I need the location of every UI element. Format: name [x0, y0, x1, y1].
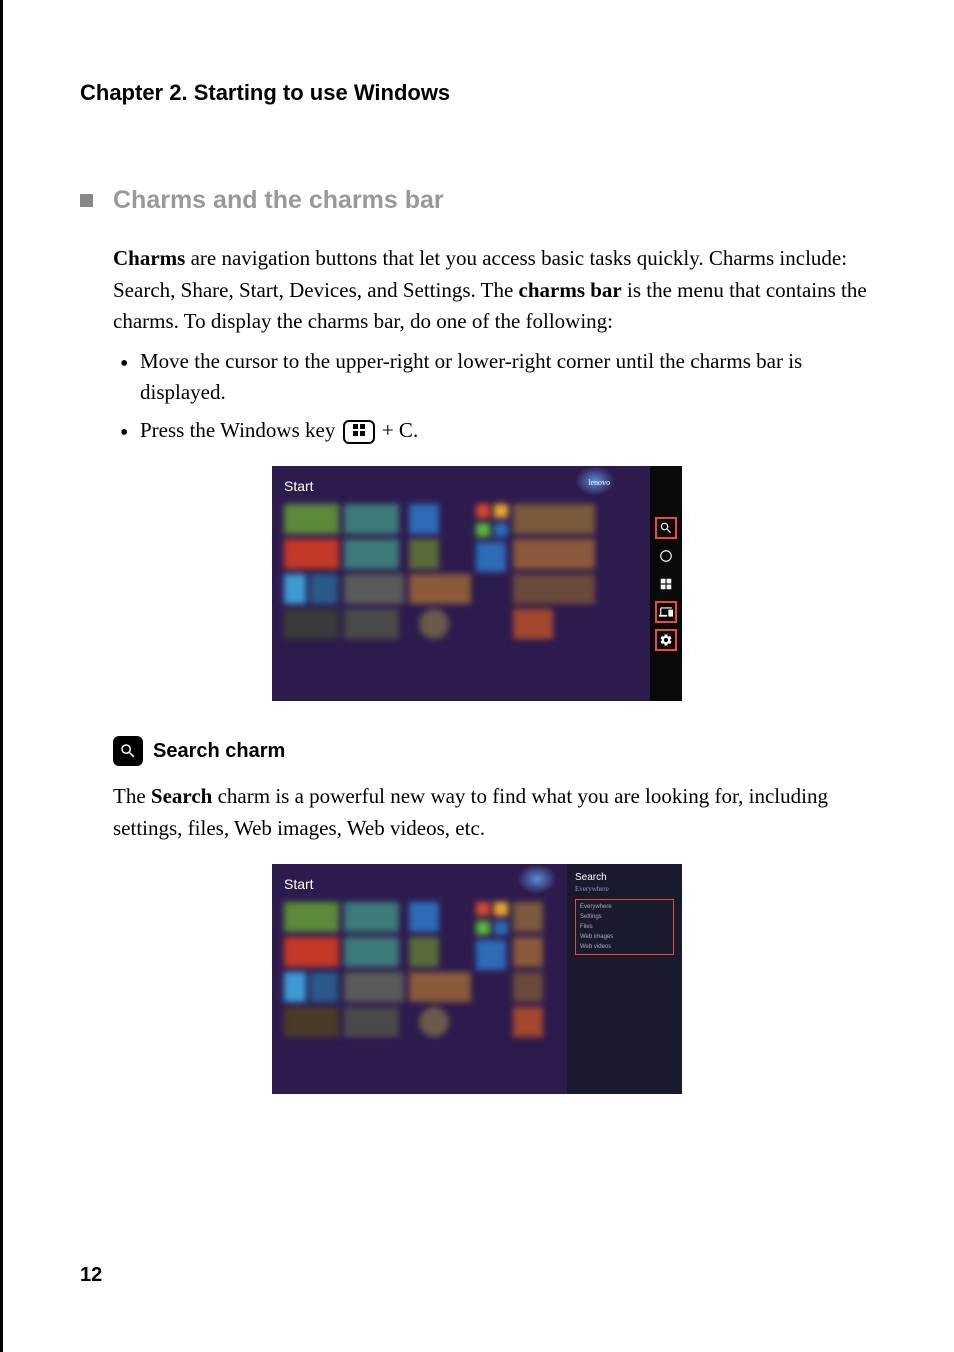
tile: [310, 972, 338, 1002]
tile: [494, 504, 508, 518]
tile: [409, 574, 471, 604]
start-screen-2: Start: [272, 864, 567, 1094]
search-panel: Search Everywhere Everywhere Settings Fi…: [567, 864, 682, 1094]
search-panel-title: Search: [575, 872, 674, 883]
tile: [344, 539, 399, 569]
charms-term: Charms: [113, 246, 185, 270]
tile: [476, 523, 490, 537]
tile: [409, 937, 439, 967]
start-screen: Start lenovo: [272, 466, 650, 701]
tiles-area-2: [284, 902, 555, 1037]
tile: [513, 1007, 543, 1037]
tiles-area: [284, 504, 638, 639]
tile: [344, 972, 404, 1002]
tile: [409, 902, 439, 932]
bird-decoration: [517, 864, 557, 894]
intro-paragraph: Charms are navigation buttons that let y…: [113, 243, 874, 338]
tile: [513, 574, 595, 604]
search-option: Web images: [580, 934, 669, 940]
start-label-2: Start: [284, 876, 555, 892]
settings-charm-icon: [657, 631, 675, 649]
tile: [284, 609, 339, 639]
search-option: Files: [580, 924, 669, 930]
bullet-1-text: Move the cursor to the upper-right or lo…: [140, 349, 802, 405]
tile: [513, 937, 543, 967]
section-header: Charms and the charms bar: [80, 186, 874, 215]
body-pre: The: [113, 784, 151, 808]
tile: [344, 609, 399, 639]
tile: [494, 902, 508, 916]
tile: [344, 902, 399, 932]
start-charm-icon: [657, 575, 675, 593]
tile: [344, 504, 399, 534]
search-charm-icon: [657, 519, 675, 537]
charms-bar-screenshot: Start lenovo: [272, 466, 682, 701]
section-bullet-icon: [80, 194, 93, 207]
search-panel-sub: Everywhere: [575, 885, 674, 893]
charms-bar-term: charms bar: [519, 278, 622, 302]
bullet-2-post: + C.: [382, 418, 418, 442]
tile: [284, 937, 339, 967]
tile: [513, 539, 595, 569]
tile: [513, 972, 543, 1002]
tile: [513, 504, 595, 534]
bullet-2-pre: Press the Windows key: [140, 418, 341, 442]
tile: [476, 504, 490, 518]
tile: [310, 574, 338, 604]
share-charm-icon: [657, 547, 675, 565]
user-label: lenovo: [588, 478, 610, 487]
tile: [284, 902, 339, 932]
tile: [494, 921, 508, 935]
tile: [344, 1007, 399, 1037]
tile: [476, 902, 490, 916]
tile: [513, 902, 543, 932]
bullet-item-2: Press the Windows key + C.: [120, 415, 874, 447]
tile: [284, 539, 339, 569]
tile: [476, 542, 506, 572]
tile: [284, 504, 339, 534]
tile: [409, 539, 439, 569]
tile: [409, 504, 439, 534]
search-charm-description: The Search charm is a powerful new way t…: [113, 781, 874, 844]
body-post: charm is a powerful new way to find what…: [113, 784, 828, 840]
tile: [494, 523, 508, 537]
search-dropdown: Everywhere Settings Files Web images Web…: [575, 899, 674, 955]
subsection-title: Search charm: [153, 740, 285, 763]
tile: [419, 609, 449, 639]
search-option: Web videos: [580, 944, 669, 950]
tile: [476, 940, 506, 970]
tile: [284, 1007, 339, 1037]
tile: [513, 609, 553, 639]
tile: [476, 921, 490, 935]
subsection-header: Search charm: [113, 736, 874, 766]
bullet-item-1: Move the cursor to the upper-right or lo…: [120, 346, 874, 409]
tile: [419, 1007, 449, 1037]
search-option: Everywhere: [580, 904, 669, 910]
charms-sidebar: [650, 466, 682, 701]
body-bold: Search: [151, 784, 212, 808]
search-charm-box-icon: [113, 736, 143, 766]
tile: [344, 574, 404, 604]
tile: [344, 937, 399, 967]
tile: [409, 972, 471, 1002]
section-title: Charms and the charms bar: [113, 186, 444, 215]
tile: [284, 574, 306, 604]
tile: [284, 972, 306, 1002]
search-option: Settings: [580, 914, 669, 920]
chapter-title: Chapter 2. Starting to use Windows: [80, 80, 874, 106]
windows-key-icon: [343, 420, 375, 444]
search-charm-screenshot: Start: [272, 864, 682, 1094]
page-number: 12: [80, 1264, 102, 1287]
devices-charm-icon: [657, 603, 675, 621]
